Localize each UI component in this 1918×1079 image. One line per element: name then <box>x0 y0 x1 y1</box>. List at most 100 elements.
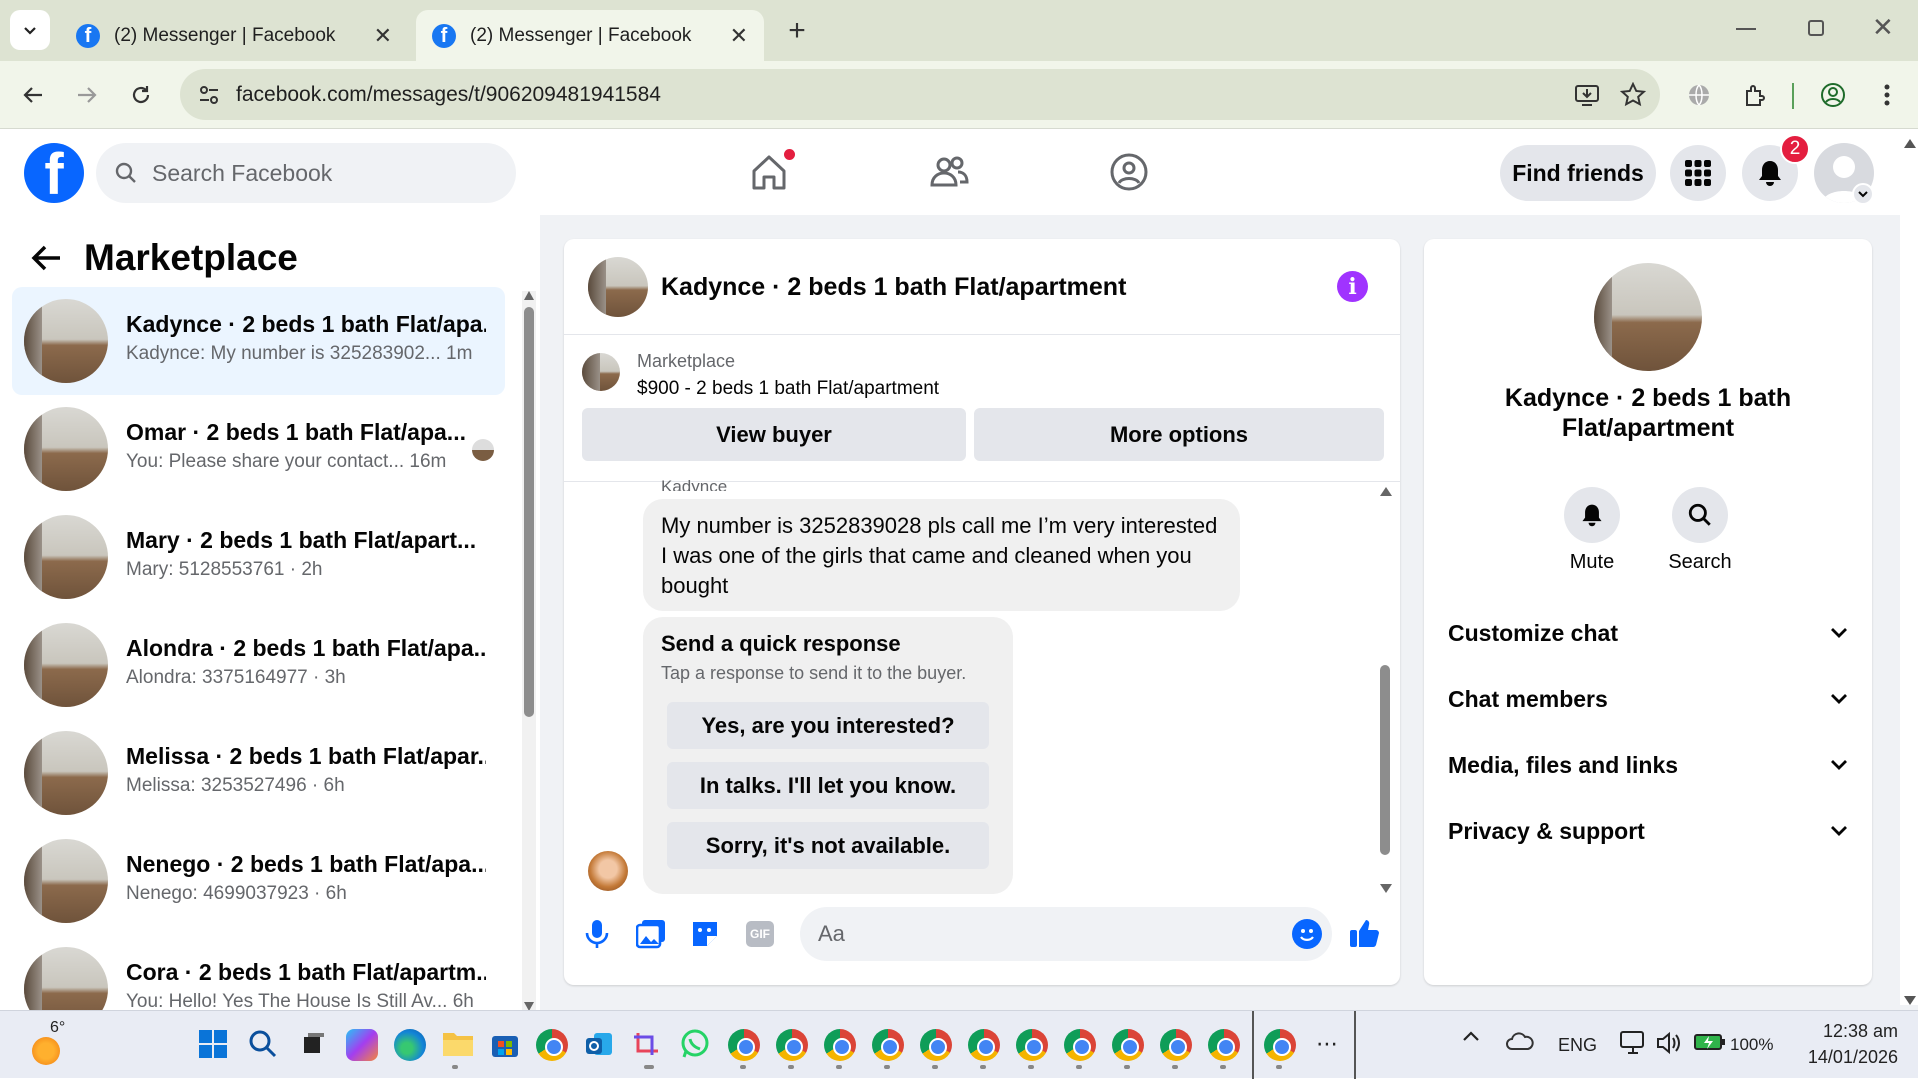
translate-globe-icon[interactable] <box>1682 78 1716 112</box>
chrome-window-icon[interactable] <box>1112 1029 1144 1061</box>
close-window-icon[interactable]: ✕ <box>1872 12 1894 43</box>
back-arrow-button[interactable] <box>30 243 62 273</box>
search-in-conversation-button[interactable]: Search <box>1650 487 1750 574</box>
browser-menu-kebab-icon[interactable] <box>1870 78 1904 112</box>
start-windows-icon[interactable] <box>198 1029 230 1061</box>
chrome-icon[interactable] <box>536 1029 568 1061</box>
outlook-icon[interactable] <box>584 1029 616 1061</box>
url-text[interactable]: facebook.com/messages/t/906209481941584 <box>236 83 661 107</box>
microsoft-store-icon[interactable] <box>490 1029 522 1061</box>
file-explorer-icon[interactable] <box>442 1029 474 1061</box>
snipping-tool-icon[interactable] <box>632 1029 664 1061</box>
quick-response-option[interactable]: Yes, are you interested? <box>667 702 989 749</box>
battery-charging-icon[interactable] <box>1694 1033 1726 1051</box>
task-view-icon[interactable] <box>298 1029 330 1061</box>
chrome-window-icon[interactable] <box>968 1029 1000 1061</box>
sticker-icon[interactable] <box>690 919 720 949</box>
reload-icon[interactable] <box>124 78 158 112</box>
scroll-down-arrow-icon[interactable] <box>1904 996 1916 1005</box>
scroll-down-arrow-icon[interactable] <box>1380 884 1392 893</box>
clock-date[interactable]: 14/01/2026 <box>1798 1047 1898 1068</box>
network-display-icon[interactable] <box>1620 1031 1646 1055</box>
bookmark-star-icon[interactable] <box>1620 82 1646 108</box>
volume-speaker-icon[interactable] <box>1656 1031 1682 1055</box>
chrome-window-icon[interactable] <box>920 1029 952 1061</box>
conversation-item[interactable]: Mary · 2 beds 1 bath Flat/apart... Mary:… <box>12 503 505 611</box>
profile-account-icon[interactable] <box>1816 78 1850 112</box>
details-avatar[interactable] <box>1594 263 1702 371</box>
chrome-window-icon[interactable] <box>872 1029 904 1061</box>
message-input[interactable]: Aa <box>800 907 1332 961</box>
extensions-puzzle-icon[interactable] <box>1738 78 1772 112</box>
find-friends-button[interactable]: Find friends <box>1500 145 1656 201</box>
home-nav-icon[interactable] <box>748 149 795 193</box>
tab-close-icon[interactable]: ✕ <box>374 23 392 49</box>
media-files-links-section[interactable]: Media, files and links <box>1448 745 1848 785</box>
address-bar[interactable]: facebook.com/messages/t/906209481941584 <box>180 69 1660 120</box>
chat-avatar[interactable] <box>588 257 648 317</box>
chrome-window-icon[interactable] <box>1208 1029 1240 1061</box>
like-thumbs-up-icon[interactable] <box>1348 917 1380 949</box>
forward-arrow-icon[interactable] <box>70 78 104 112</box>
onedrive-cloud-icon[interactable] <box>1506 1031 1534 1051</box>
quick-response-option[interactable]: Sorry, it's not available. <box>667 822 989 869</box>
clock-time[interactable]: 12:38 am <box>1818 1021 1898 1042</box>
conversation-list-scrollbar[interactable] <box>522 291 536 1010</box>
received-message-bubble[interactable]: My number is 3252839028 pls call me I’m … <box>643 499 1240 611</box>
chrome-window-icon[interactable] <box>1064 1029 1096 1061</box>
browser-tab-1[interactable]: f (2) Messenger | Facebook ✕ <box>60 10 408 61</box>
privacy-support-section[interactable]: Privacy & support <box>1448 811 1848 851</box>
voice-clip-icon[interactable] <box>584 919 610 949</box>
tab-close-icon[interactable]: ✕ <box>730 23 748 49</box>
chrome-window-icon[interactable] <box>776 1029 808 1061</box>
listing-title[interactable]: $900 - 2 beds 1 bath Flat/apartment <box>637 378 939 400</box>
customize-chat-section[interactable]: Customize chat <box>1448 613 1848 653</box>
conversation-item[interactable]: Cora · 2 beds 1 bath Flat/apartm... You:… <box>12 935 505 1010</box>
show-hidden-icons-chevron-icon[interactable] <box>1462 1029 1480 1043</box>
friends-nav-icon[interactable] <box>928 151 970 193</box>
tab-list-dropdown-button[interactable] <box>10 10 50 50</box>
search-input[interactable]: Search Facebook <box>96 143 516 203</box>
view-buyer-button[interactable]: View buyer <box>582 408 966 461</box>
account-chevron-icon[interactable] <box>1852 183 1874 205</box>
scroll-up-arrow-icon[interactable] <box>524 291 534 300</box>
back-arrow-icon[interactable] <box>16 78 50 112</box>
taskbar-search-icon[interactable] <box>248 1029 280 1061</box>
conversation-info-icon[interactable]: i <box>1337 271 1368 302</box>
conversation-item[interactable]: Omar · 2 beds 1 bath Flat/apa... You: Pl… <box>12 395 505 503</box>
chat-title[interactable]: Kadynce · 2 beds 1 bath Flat/apartment <box>661 273 1126 302</box>
scrollbar-thumb[interactable] <box>1380 665 1390 855</box>
facebook-logo-icon[interactable]: f <box>24 143 84 203</box>
conversation-item[interactable]: Alondra · 2 beds 1 bath Flat/apa... Alon… <box>12 611 505 719</box>
scroll-up-arrow-icon[interactable] <box>1904 139 1916 148</box>
chrome-window-icon[interactable] <box>1264 1029 1296 1061</box>
scroll-down-arrow-icon[interactable] <box>524 1002 534 1010</box>
weather-widget[interactable]: 6° <box>30 1019 74 1067</box>
gif-icon[interactable]: GIF <box>746 921 774 947</box>
chat-members-section[interactable]: Chat members <box>1448 679 1848 719</box>
minimize-window-icon[interactable] <box>1736 28 1756 30</box>
mute-button[interactable]: Mute <box>1542 487 1642 574</box>
chrome-window-icon[interactable] <box>728 1029 760 1061</box>
restore-window-icon[interactable] <box>1808 20 1824 36</box>
page-scrollbar[interactable] <box>1900 135 1918 1005</box>
groups-nav-icon[interactable] <box>1108 151 1150 193</box>
listing-thumbnail[interactable] <box>582 353 620 391</box>
scrollbar-thumb[interactable] <box>524 307 534 717</box>
attach-photo-icon[interactable] <box>636 919 666 949</box>
conversation-item[interactable]: Nenego · 2 beds 1 bath Flat/apa... Neneg… <box>12 827 505 935</box>
site-info-icon[interactable] <box>198 84 220 106</box>
quick-response-option[interactable]: In talks. I'll let you know. <box>667 762 989 809</box>
language-indicator[interactable]: ENG <box>1558 1035 1597 1056</box>
sender-avatar[interactable] <box>588 851 628 891</box>
scroll-up-arrow-icon[interactable] <box>1380 487 1392 496</box>
messages-scrollbar[interactable] <box>1378 487 1392 893</box>
whatsapp-icon[interactable] <box>680 1029 712 1061</box>
install-app-icon[interactable] <box>1574 82 1600 108</box>
more-options-button[interactable]: More options <box>974 408 1384 461</box>
edge-browser-icon[interactable] <box>394 1029 426 1061</box>
chrome-window-icon[interactable] <box>1160 1029 1192 1061</box>
conversation-item[interactable]: Melissa · 2 beds 1 bath Flat/apar... Mel… <box>12 719 505 827</box>
conversation-item[interactable]: Kadynce · 2 beds 1 bath Flat/apa... Kady… <box>12 287 505 395</box>
emoji-icon[interactable] <box>1292 919 1322 949</box>
